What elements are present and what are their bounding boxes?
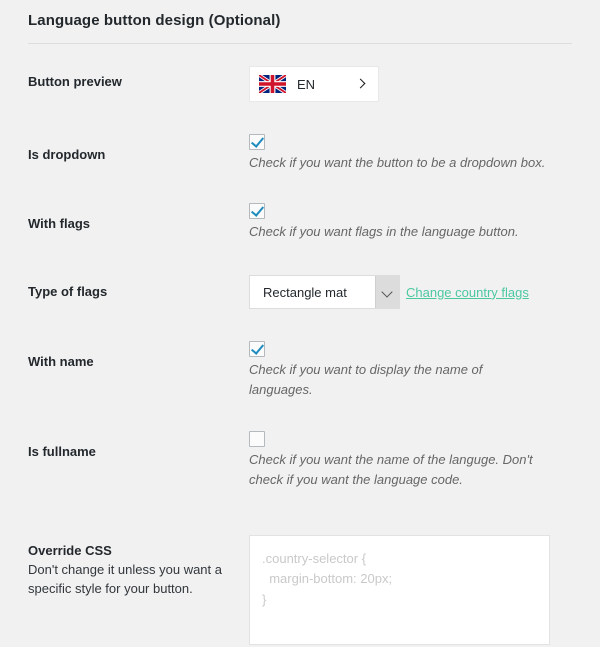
field-cell-with-name: Check if you want to display the name of…: [249, 309, 600, 400]
label-cell-override-css: Override CSS Don't change it unless you …: [0, 490, 249, 645]
row-with-name: With name Check if you want to display t…: [0, 309, 600, 400]
settings-form-table: Button preview EN Is dropdown Check if y…: [0, 44, 600, 645]
button-preview[interactable]: EN: [249, 66, 379, 102]
field-cell-is-fullname: Check if you want the name of the langug…: [249, 401, 600, 490]
row-override-css: Override CSS Don't change it unless you …: [0, 490, 600, 645]
label-cell-with-name: With name: [0, 309, 249, 400]
type-of-flags-select[interactable]: Rectangle mat: [249, 275, 400, 310]
chevron-right-icon: [356, 77, 366, 91]
change-country-flags-link[interactable]: Change country flags: [406, 285, 529, 300]
field-cell-type-of-flags: Rectangle mat Change country flags: [249, 242, 600, 310]
checkbox-with-flags[interactable]: [249, 203, 265, 220]
row-type-of-flags: Type of flags Rectangle mat Change count…: [0, 242, 600, 310]
page-title: Language button design (Optional): [28, 12, 281, 29]
field-cell-with-flags: Check if you want flags in the language …: [249, 173, 600, 242]
sublabel-override-css: Don't change it unless you want a specif…: [28, 562, 222, 596]
field-cell-override-css: [249, 490, 600, 645]
label-is-dropdown: Is dropdown: [28, 147, 106, 162]
row-is-dropdown: Is dropdown Check if you want the button…: [0, 102, 600, 173]
label-type-of-flags: Type of flags: [28, 284, 108, 300]
type-of-flags-selected-value: Rectangle mat: [263, 284, 347, 300]
checkbox-is-dropdown[interactable]: [249, 134, 265, 150]
uk-flag-icon: [259, 75, 286, 93]
label-cell-is-dropdown: Is dropdown: [0, 102, 249, 173]
language-button-design-panel: Language button design (Optional) Button…: [0, 0, 600, 645]
chevron-down-icon[interactable]: [375, 276, 399, 309]
label-is-fullname: Is fullname: [28, 443, 96, 459]
label-with-name: With name: [28, 354, 94, 370]
description-is-fullname: Check if you want the name of the langug…: [249, 451, 533, 487]
field-cell-is-dropdown: Check if you want the button to be a dro…: [249, 102, 600, 173]
description-with-name: Check if you want to display the name of…: [249, 362, 483, 398]
row-button-preview: Button preview EN: [0, 44, 600, 102]
checkbox-with-name[interactable]: [249, 341, 265, 358]
row-with-flags: With flags Check if you want flags in th…: [0, 173, 600, 242]
label-cell-type-of-flags: Type of flags: [0, 242, 249, 309]
label-cell-with-flags: With flags: [0, 173, 249, 242]
row-is-fullname: Is fullname Check if you want the name o…: [0, 401, 600, 490]
field-cell-button-preview: EN: [249, 44, 600, 102]
checkbox-is-fullname[interactable]: [249, 430, 265, 447]
label-cell-button-preview: Button preview: [0, 44, 249, 102]
override-css-textarea[interactable]: [249, 534, 550, 645]
label-cell-is-fullname: Is fullname: [0, 401, 249, 490]
label-override-css: Override CSS: [28, 542, 112, 558]
button-preview-language-code: EN: [297, 76, 316, 92]
type-of-flags-select-wrap: Rectangle mat: [249, 275, 400, 310]
description-is-dropdown: Check if you want the button to be a dro…: [249, 155, 546, 170]
description-with-flags: Check if you want flags in the language …: [249, 224, 519, 240]
label-button-preview: Button preview: [28, 74, 122, 89]
label-with-flags: With flags: [28, 216, 90, 232]
